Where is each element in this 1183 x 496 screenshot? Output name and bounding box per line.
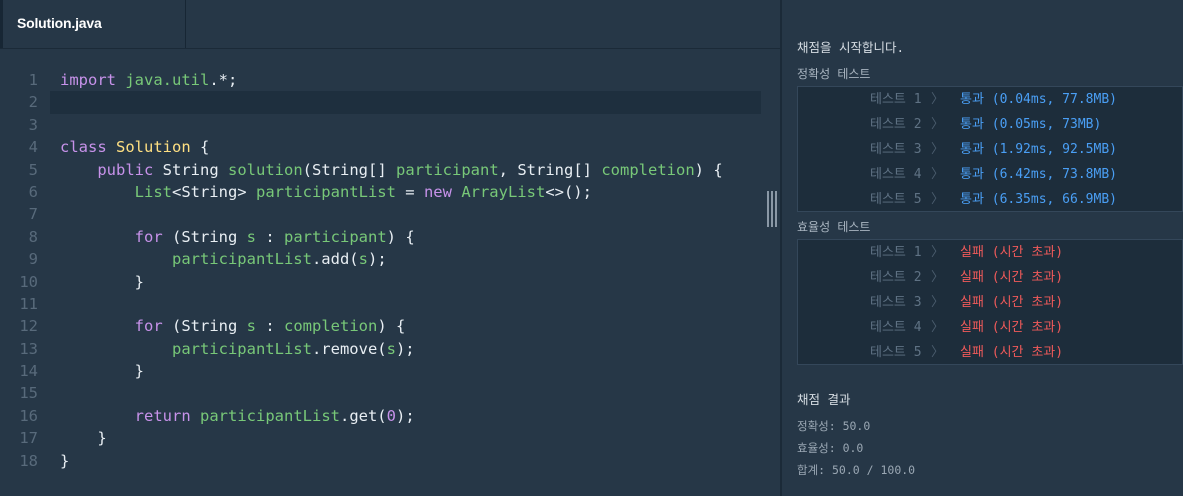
code-line: 4 class Solution { <box>0 136 780 158</box>
tab-label: Solution.java <box>17 15 102 31</box>
line-number: 7 <box>28 205 38 224</box>
code-line: 9 participantList.add(s); <box>0 248 780 270</box>
chevron-right-icon: 〉 <box>931 167 945 182</box>
chevron-right-icon: 〉 <box>931 92 945 107</box>
code-line: 1 import java.util.*; <box>0 69 780 91</box>
chevron-right-icon: 〉 <box>931 320 945 335</box>
editor-tab-bar: Solution.java <box>0 0 780 49</box>
results-panel: 채점을 시작합니다. 정확성 테스트 테스트 1 〉 통과 (0.04ms, 77.… <box>782 0 1183 496</box>
resize-grip-icon[interactable] <box>767 191 777 227</box>
line-number: 5 <box>28 160 38 179</box>
grading-start-message: 채점을 시작합니다. <box>797 40 905 55</box>
chevron-right-icon: 〉 <box>931 142 945 157</box>
accuracy-results-box: 테스트 1 〉 통과 (0.04ms, 77.8MB) 테스트 2 〉 통과 (0.05… <box>797 86 1183 212</box>
efficiency-score: 효율성: 0.0 <box>797 441 864 455</box>
line-number: 18 <box>19 451 38 470</box>
code-line: 5 public String solution(String[] partic… <box>0 159 780 181</box>
grading-result-title: 채점 결과 <box>797 392 851 407</box>
chevron-right-icon: 〉 <box>931 117 945 132</box>
line-number: 2 <box>28 93 38 112</box>
code-line: 16 return participantList.get(0); <box>0 405 780 427</box>
line-number: 13 <box>19 339 38 358</box>
line-number: 8 <box>28 227 38 246</box>
code-line: 15 <box>0 382 780 404</box>
code-line: 18} <box>0 450 780 472</box>
accuracy-score: 정확성: 50.0 <box>797 419 871 433</box>
code-line: 3 <box>0 114 780 136</box>
chevron-right-icon: 〉 <box>931 192 945 207</box>
tab-solution-java[interactable]: Solution.java <box>0 0 186 48</box>
line-number: 4 <box>28 138 38 157</box>
code-line: 10 } <box>0 271 780 293</box>
code-line: 12 for (String s : completion) { <box>0 315 780 337</box>
chevron-right-icon: 〉 <box>931 295 945 310</box>
code-line: 14 } <box>0 360 780 382</box>
line-number: 10 <box>19 272 38 291</box>
code-line: 11 <box>0 293 780 315</box>
efficiency-results-box: 테스트 1 〉 실패 (시간 초과) 테스트 2 〉 실패 (시간 초과) 테스트 3 〉… <box>797 239 1183 365</box>
line-number: 3 <box>28 115 38 134</box>
line-number: 14 <box>19 362 38 381</box>
line-number: 15 <box>19 384 38 403</box>
code-line: 17 } <box>0 427 780 449</box>
code-line: 7 <box>0 203 780 225</box>
code-line: 6 List<String> participantList = new Arr… <box>0 181 780 203</box>
line-number: 9 <box>28 250 38 269</box>
line-number: 12 <box>19 317 38 336</box>
code-area[interactable]: 1 import java.util.*; 2 3 4 class Solution… <box>0 69 780 472</box>
chevron-right-icon: 〉 <box>931 245 945 260</box>
line-number: 6 <box>28 182 38 201</box>
line-number: 1 <box>28 71 38 89</box>
code-line: 13 participantList.remove(s); <box>0 338 780 360</box>
line-number: 11 <box>19 294 38 313</box>
chevron-right-icon: 〉 <box>931 270 945 285</box>
efficiency-section-title: 효율성 테스트 <box>797 220 871 234</box>
total-score: 합계: 50.0 / 100.0 <box>797 463 916 477</box>
chevron-right-icon: 〉 <box>931 345 945 360</box>
line-number: 17 <box>19 429 38 448</box>
code-editor[interactable]: Solution.java 1 import java.util.*; 2 3 4… <box>0 0 780 496</box>
line-number: 16 <box>19 406 38 425</box>
code-line: 8 for (String s : participant) { <box>0 226 780 248</box>
accuracy-section-title: 정확성 테스트 <box>797 67 871 81</box>
code-line-active[interactable]: 2 <box>0 91 780 115</box>
